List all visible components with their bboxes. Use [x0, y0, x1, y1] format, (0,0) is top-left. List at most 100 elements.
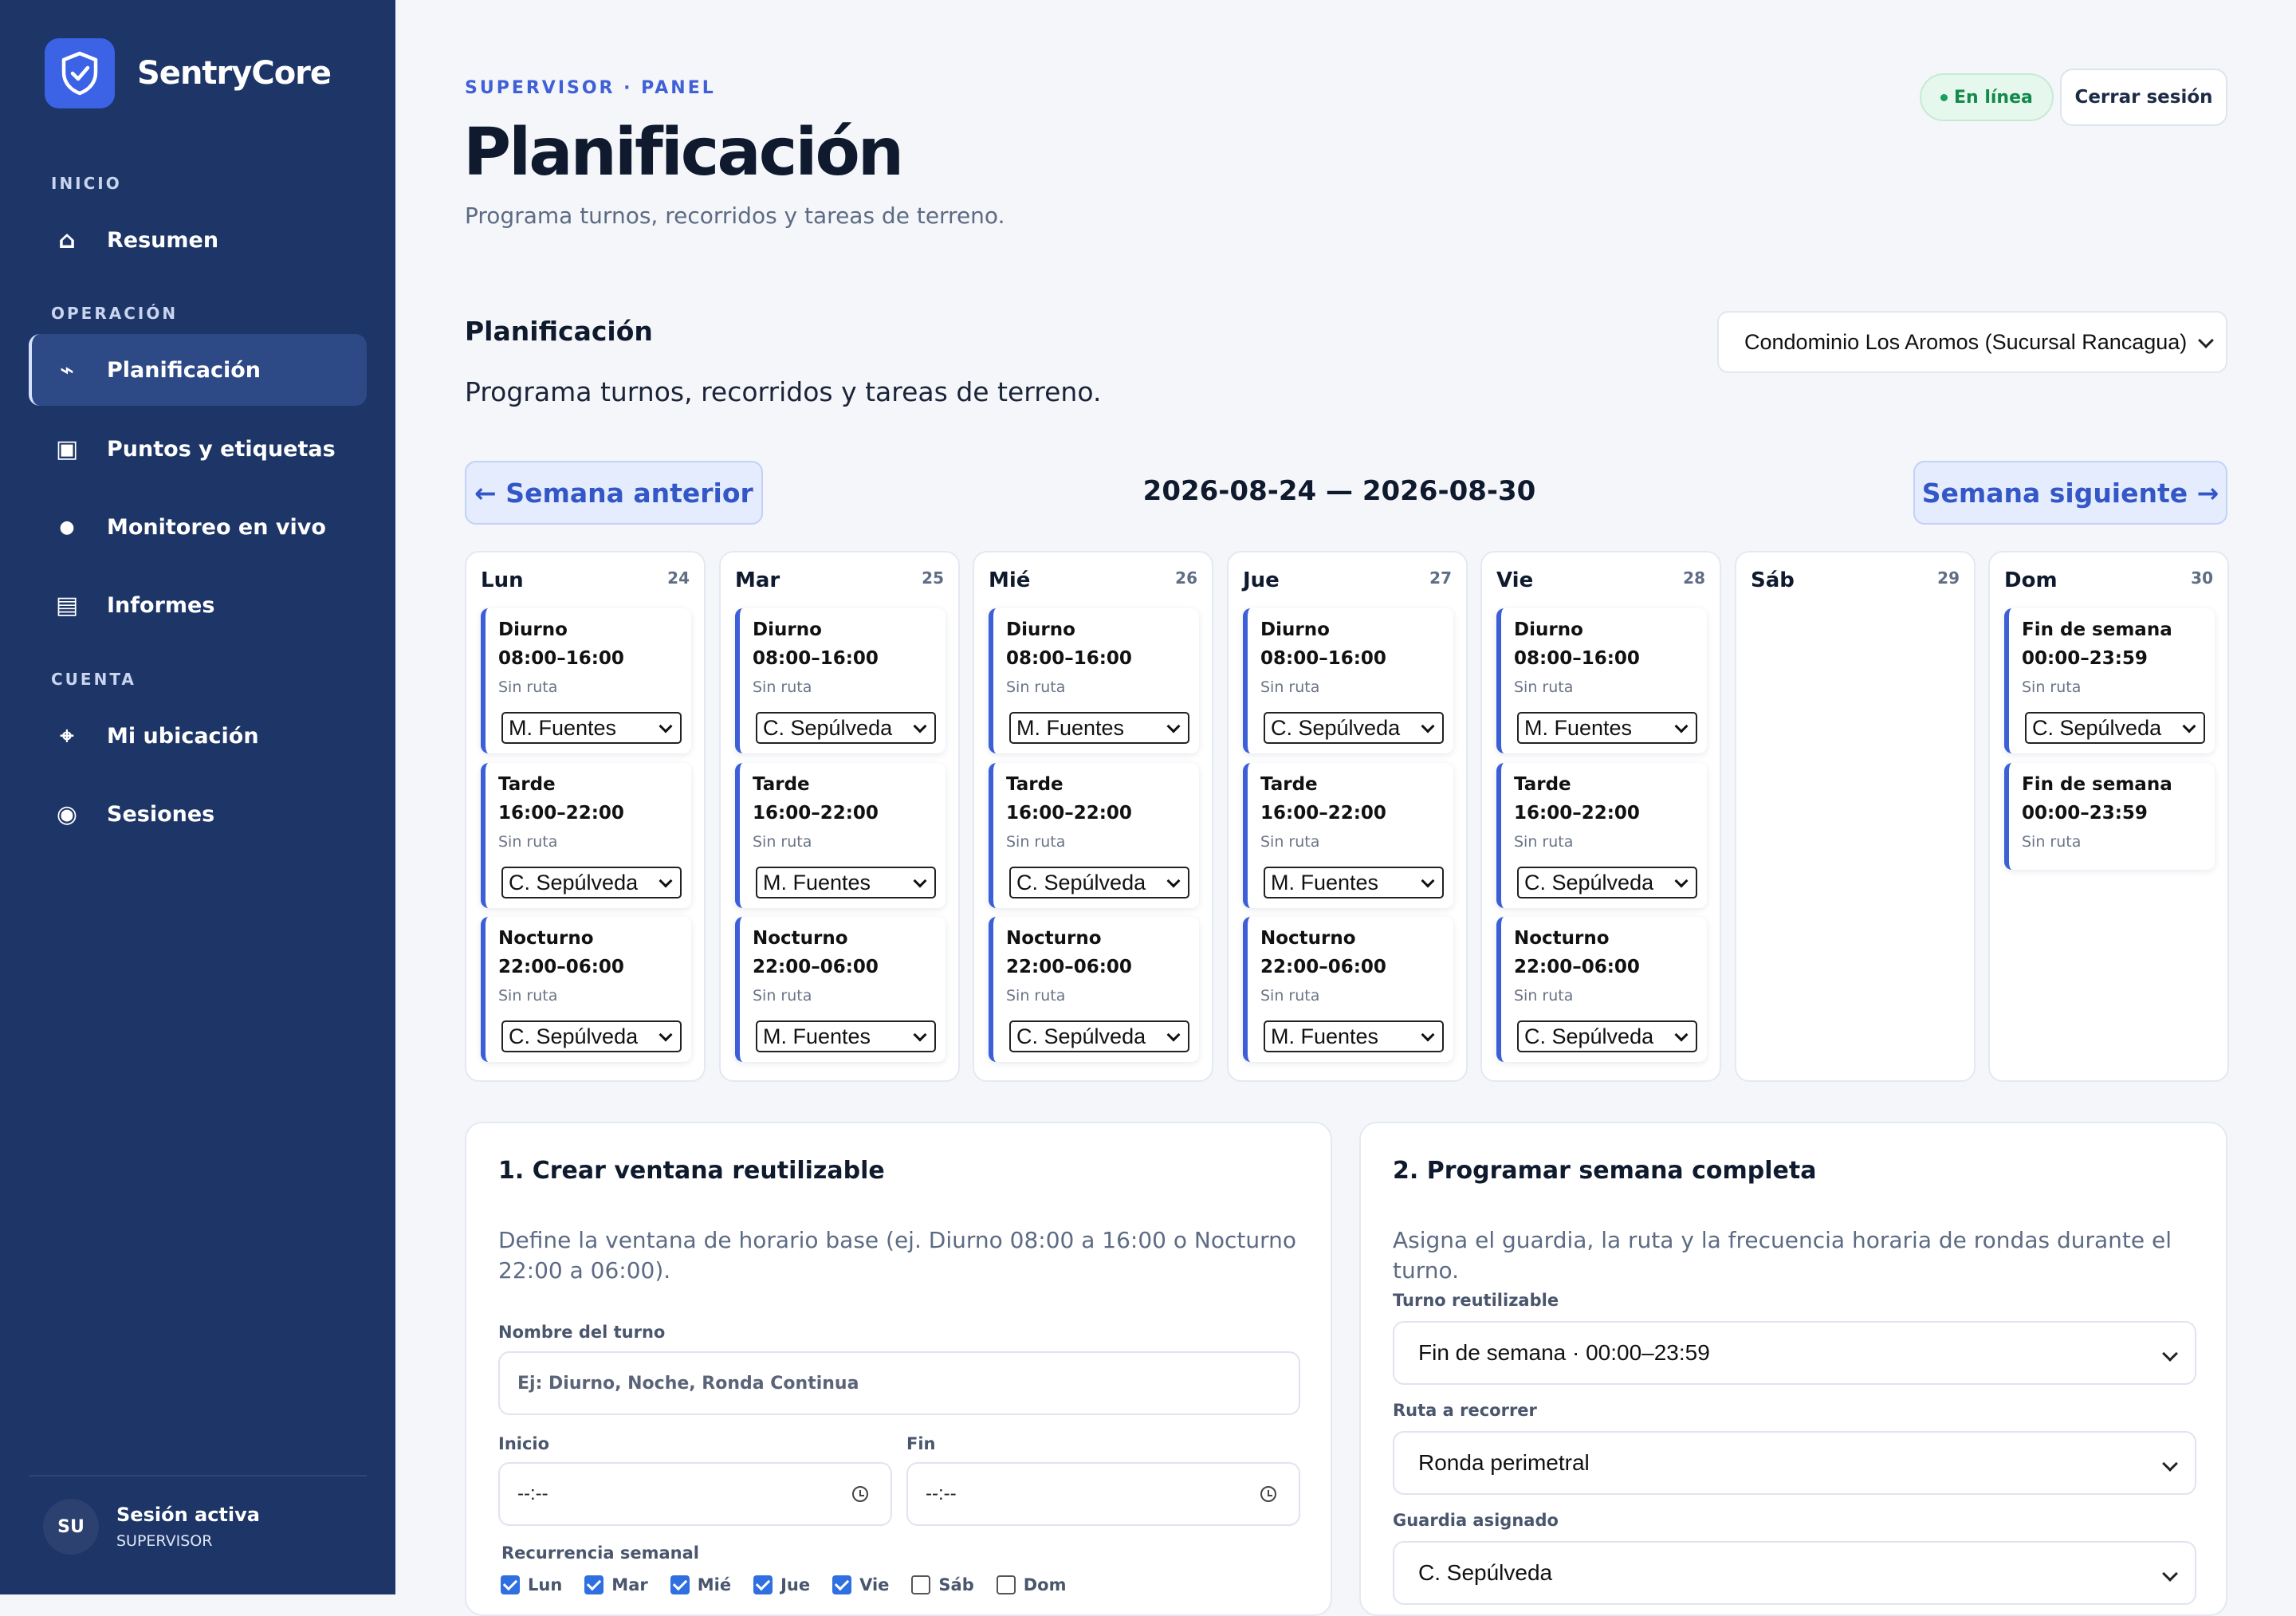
sidebar-item-monitoreo[interactable]: ● Monitoreo en vivo	[29, 491, 367, 563]
sidebar-item-sesiones[interactable]: ◉ Sesiones	[29, 778, 367, 850]
guard-select[interactable]: C. Sepúlveda	[1517, 1020, 1697, 1052]
checkbox-icon[interactable]	[996, 1575, 1016, 1594]
shift-name: Fin de semana	[2022, 774, 2172, 795]
guard-select[interactable]: M. Fuentes	[501, 712, 682, 744]
chevron-down-icon	[1674, 874, 1689, 888]
checkbox-icon[interactable]	[753, 1575, 773, 1594]
day-name: Mié	[989, 568, 1031, 592]
shift-route: Sin ruta	[2022, 678, 2082, 696]
next-week-button[interactable]: Semana siguiente →	[1913, 461, 2227, 525]
recurrence-checkbox[interactable]: Sáb	[911, 1575, 974, 1594]
clock-icon[interactable]	[1260, 1486, 1276, 1502]
sidebar-item-planificacion[interactable]: ⌁ Planificación	[29, 334, 367, 406]
site-select[interactable]: Condominio Los Aromos (Sucursal Rancagua…	[1717, 311, 2227, 373]
shift-route: Sin ruta	[1006, 987, 1066, 1005]
card-subtitle: Define la ventana de horario base (ej. D…	[498, 1227, 1297, 1284]
guard-select[interactable]: M. Fuentes	[1517, 712, 1697, 744]
shift-card[interactable]: Nocturno 22:00–06:00 Sin ruta M. Fuentes	[735, 917, 946, 1062]
shift-card[interactable]: Nocturno 22:00–06:00 Sin ruta C. Sepúlveda	[481, 917, 691, 1062]
shift-card[interactable]: Fin de semana 00:00–23:59 Sin ruta C. Sepúl…	[2004, 608, 2215, 753]
shift-card[interactable]: Tarde 16:00–22:00 Sin ruta M. Fuentes	[1243, 763, 1453, 908]
shift-card[interactable]: Diurno 08:00–16:00 Sin ruta M. Fuentes	[481, 608, 691, 753]
shift-name-input[interactable]: Ej: Diurno, Noche, Ronda Continua	[498, 1351, 1300, 1415]
day-header: Mié 26	[989, 568, 1197, 592]
guard-select[interactable]: C. Sepúlveda	[1517, 867, 1697, 898]
prev-week-button[interactable]: ← Semana anterior	[465, 461, 763, 525]
day-header: Vie 28	[1496, 568, 1705, 592]
shift-card[interactable]: Nocturno 22:00–06:00 Sin ruta C. Sepúlveda	[989, 917, 1199, 1062]
shift-time: 08:00–16:00	[1514, 648, 1640, 669]
shift-card[interactable]: Tarde 16:00–22:00 Sin ruta C. Sepúlveda	[481, 763, 691, 908]
day-number: 27	[1429, 568, 1452, 588]
shift-card[interactable]: Tarde 16:00–22:00 Sin ruta M. Fuentes	[735, 763, 946, 908]
chevron-down-icon	[2162, 1346, 2178, 1362]
brand[interactable]: SentryCore	[45, 38, 332, 108]
recurrence-checkbox[interactable]: Mié	[670, 1575, 731, 1594]
shift-card[interactable]: Diurno 08:00–16:00 Sin ruta M. Fuentes	[989, 608, 1199, 753]
sidebar-item-puntos[interactable]: ▣ Puntos y etiquetas	[29, 413, 367, 485]
route-select[interactable]: Ronda perimetral	[1393, 1431, 2196, 1495]
checkbox-icon[interactable]	[832, 1575, 852, 1594]
day-name: Dom	[2004, 568, 2058, 592]
day-column: Mié 26 Diurno 08:00–16:00 Sin ruta M. Fuentes…	[973, 551, 1213, 1082]
end-time-input[interactable]: --:--	[906, 1462, 1300, 1526]
clock-icon[interactable]	[852, 1486, 868, 1502]
guard-select[interactable]: C. Sepúlveda	[756, 712, 936, 744]
shift-card[interactable]: Diurno 08:00–16:00 Sin ruta M. Fuentes	[1496, 608, 1707, 753]
recurrence-checkbox[interactable]: Lun	[501, 1575, 562, 1594]
shift-card[interactable]: Diurno 08:00–16:00 Sin ruta C. Sepúlveda	[1243, 608, 1453, 753]
sidebar-item-informes[interactable]: ▤ Informes	[29, 569, 367, 641]
chevron-down-icon	[913, 719, 927, 733]
day-number: 28	[1683, 568, 1705, 588]
guard-select-value: C. Sepúlveda	[1016, 870, 1146, 895]
guard-select[interactable]: C. Sepúlveda	[1009, 867, 1189, 898]
shift-name: Tarde	[1514, 774, 1571, 795]
sidebar-item-label: Puntos y etiquetas	[107, 436, 336, 462]
shift-template-select[interactable]: Fin de semana · 00:00–23:59	[1393, 1321, 2196, 1385]
guard-select[interactable]: M. Fuentes	[1264, 867, 1444, 898]
shift-card[interactable]: Nocturno 22:00–06:00 Sin ruta C. Sepúlveda	[1496, 917, 1707, 1062]
page-title: Planificación	[463, 115, 904, 191]
guard-select[interactable]: C. Sepúlveda	[2025, 712, 2205, 744]
shift-card[interactable]: Tarde 16:00–22:00 Sin ruta C. Sepúlveda	[989, 763, 1199, 908]
guard-select[interactable]: M. Fuentes	[756, 1020, 936, 1052]
user-box[interactable]: SU Sesión activa SUPERVISOR	[43, 1499, 260, 1555]
guard-select[interactable]: C. Sepúlveda	[1264, 712, 1444, 744]
shift-name: Diurno	[498, 619, 568, 640]
shift-card[interactable]: Fin de semana 00:00–23:59 Sin ruta	[2004, 763, 2215, 870]
logout-button[interactable]: Cerrar sesión	[2060, 69, 2227, 126]
shift-route: Sin ruta	[1514, 833, 1574, 851]
recurrence-checkbox[interactable]: Jue	[753, 1575, 810, 1594]
recurrence-checkbox[interactable]: Vie	[832, 1575, 889, 1594]
checkbox-icon[interactable]	[911, 1575, 931, 1594]
guard-select[interactable]: M. Fuentes	[1264, 1020, 1444, 1052]
sidebar-item-ubicacion[interactable]: ⌖ Mi ubicación	[29, 700, 367, 772]
shift-card[interactable]: Diurno 08:00–16:00 Sin ruta C. Sepúlveda	[735, 608, 946, 753]
guard-select[interactable]: C. Sepúlveda	[1009, 1020, 1189, 1052]
day-name: Vie	[1496, 568, 1534, 592]
shift-time: 08:00–16:00	[1006, 648, 1132, 669]
guard-select[interactable]: C. Sepúlveda	[1393, 1541, 2196, 1605]
shift-name: Nocturno	[1260, 928, 1356, 949]
guard-select[interactable]: C. Sepúlveda	[501, 867, 682, 898]
guard-select[interactable]: M. Fuentes	[756, 867, 936, 898]
guard-select[interactable]: M. Fuentes	[1009, 712, 1189, 744]
sidebar-item-resumen[interactable]: ⌂ Resumen	[29, 204, 367, 276]
checkbox-icon[interactable]	[584, 1575, 604, 1594]
recurrence-checkbox[interactable]: Mar	[584, 1575, 648, 1594]
chevron-down-icon	[913, 874, 927, 888]
checkbox-icon[interactable]	[501, 1575, 520, 1594]
day-header: Sáb 29	[1751, 568, 1960, 592]
schedule-week-card: 2. Programar semana completa Asigna el g…	[1359, 1122, 2227, 1616]
shift-card[interactable]: Nocturno 22:00–06:00 Sin ruta M. Fuentes	[1243, 917, 1453, 1062]
shift-card[interactable]: Tarde 16:00–22:00 Sin ruta C. Sepúlveda	[1496, 763, 1707, 908]
guard-select[interactable]: C. Sepúlveda	[501, 1020, 682, 1052]
recurrence-checkbox[interactable]: Dom	[996, 1575, 1067, 1594]
checkbox-icon[interactable]	[670, 1575, 690, 1594]
shift-route: Sin ruta	[1260, 833, 1320, 851]
chevron-down-icon	[2198, 332, 2214, 348]
shift-route: Sin ruta	[1260, 987, 1320, 1005]
start-time-input[interactable]: --:--	[498, 1462, 892, 1526]
shift-time: 16:00–22:00	[1514, 803, 1640, 824]
shift-name: Nocturno	[753, 928, 848, 949]
